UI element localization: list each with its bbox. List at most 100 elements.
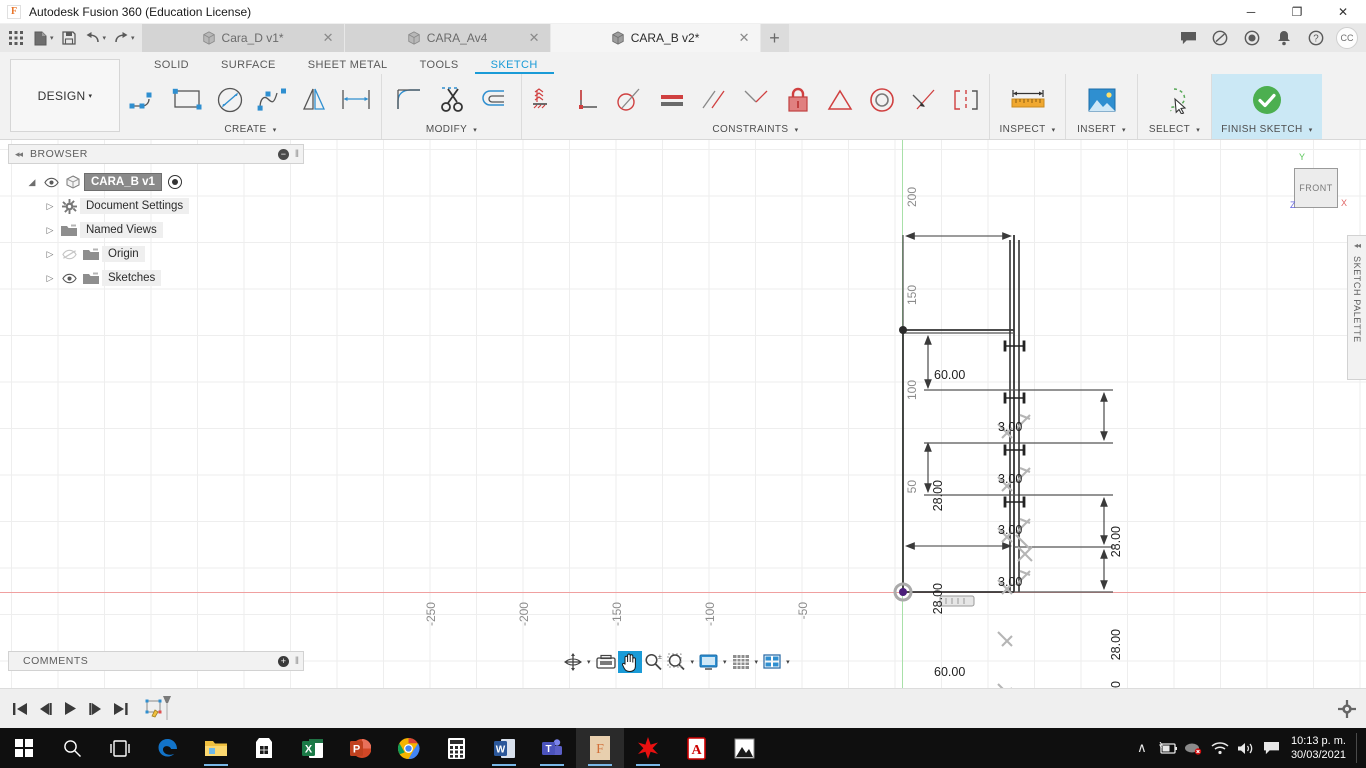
action-center-icon[interactable] — [1259, 728, 1285, 768]
browser-minimize-icon[interactable]: − — [277, 148, 289, 160]
tab-tools[interactable]: TOOLS — [404, 59, 475, 74]
eye-icon[interactable] — [58, 273, 80, 284]
redo-icon[interactable] — [109, 26, 133, 50]
extensions-icon[interactable] — [1204, 24, 1236, 52]
circle-icon[interactable] — [209, 80, 251, 120]
chrome-icon[interactable] — [384, 728, 432, 768]
minimize-button[interactable]: ─ — [1228, 0, 1274, 24]
horizontal-vertical-icon[interactable] — [525, 80, 567, 120]
undo-icon[interactable] — [81, 26, 105, 50]
eye-icon[interactable] — [40, 177, 62, 188]
chevron-down-icon[interactable]: ▾ — [1309, 127, 1313, 134]
activate-component-icon[interactable] — [167, 175, 182, 189]
search-icon[interactable] — [48, 728, 96, 768]
dimension-thickness-3[interactable]: 3.00 — [998, 523, 1022, 537]
photos-icon[interactable] — [720, 728, 768, 768]
new-document-icon[interactable] — [28, 26, 52, 50]
tab-solid[interactable]: SOLID — [138, 59, 205, 74]
offset-icon[interactable] — [473, 80, 515, 120]
tab-surface[interactable]: SURFACE — [205, 59, 292, 74]
symmetry-icon[interactable] — [945, 80, 987, 120]
spline-icon[interactable] — [251, 80, 293, 120]
expand-arrow-icon[interactable]: ◢ — [24, 177, 40, 188]
ribbon-group-finish-sketch[interactable]: FINISH SKETCH ▾ — [1212, 74, 1322, 139]
concentric-icon[interactable] — [861, 80, 903, 120]
word-icon[interactable]: W — [480, 728, 528, 768]
go-to-end-icon[interactable] — [108, 696, 133, 722]
teams-icon[interactable]: T — [528, 728, 576, 768]
battery-icon[interactable] — [1155, 728, 1181, 768]
grid-snaps-icon[interactable] — [730, 651, 752, 673]
document-tab-cara-a[interactable]: CARA_Av4 ✕ — [344, 24, 550, 52]
expand-arrow-icon[interactable]: ▷ — [42, 273, 58, 284]
dimension-left-spacing-2[interactable]: 28.00 — [931, 583, 945, 614]
coincident-icon[interactable] — [903, 80, 945, 120]
add-comment-icon[interactable]: + — [277, 655, 289, 667]
dimension-thickness-1[interactable]: 3.00 — [998, 420, 1022, 434]
browser-grip-icon[interactable]: ‖ — [295, 149, 299, 160]
sketch-dimension-icon[interactable] — [335, 80, 377, 120]
chevron-down-icon[interactable]: ▾ — [783, 658, 793, 666]
timeline-settings-button[interactable] — [1338, 699, 1366, 718]
document-tab-close-icon[interactable]: ✕ — [529, 30, 540, 46]
chevron-down-icon[interactable]: ▾ — [473, 127, 477, 134]
file-explorer-icon[interactable] — [192, 728, 240, 768]
display-settings-icon[interactable] — [697, 651, 720, 673]
pan-look-at-icon[interactable] — [594, 651, 618, 673]
collapse-icon[interactable]: ◂◂ — [1354, 241, 1361, 250]
undo-caret-icon[interactable]: ▾ — [103, 34, 107, 42]
fillet-icon[interactable] — [389, 80, 431, 120]
chevron-down-icon[interactable]: ▾ — [273, 127, 277, 134]
expand-arrow-icon[interactable]: ▷ — [42, 249, 58, 260]
expand-arrow-icon[interactable]: ▷ — [42, 225, 58, 236]
volume-icon[interactable] — [1233, 728, 1259, 768]
new-document-caret-icon[interactable]: ▾ — [50, 34, 54, 42]
step-forward-icon[interactable] — [83, 696, 108, 722]
rectangle-icon[interactable] — [167, 80, 209, 120]
tree-node-origin[interactable]: ▷ Origin — [8, 242, 304, 266]
acrobat-reader-icon[interactable]: A — [672, 728, 720, 768]
wifi-icon[interactable] — [1207, 728, 1233, 768]
dimension-bottom-width[interactable]: 60.00 — [934, 665, 965, 679]
bluetooth-off-icon[interactable] — [1181, 728, 1207, 768]
go-to-beginning-icon[interactable] — [8, 696, 33, 722]
document-tab-cara-d[interactable]: Cara_D v1* ✕ — [141, 24, 344, 52]
chevron-down-icon[interactable]: ▾ — [795, 127, 799, 134]
expand-arrow-icon[interactable]: ▷ — [42, 201, 58, 212]
sketch-palette-tab[interactable]: ◂◂ SKETCH PALETTE — [1347, 235, 1366, 380]
tab-sheet-metal[interactable]: SHEET METAL — [292, 59, 404, 74]
chevron-down-icon[interactable]: ▾ — [584, 658, 594, 666]
dimension-right-spacing-2[interactable]: 28.00 — [1109, 629, 1123, 660]
measure-icon[interactable] — [1001, 80, 1055, 120]
chevron-down-icon[interactable]: ▾ — [1052, 127, 1056, 134]
task-view-icon[interactable] — [96, 728, 144, 768]
viewports-icon[interactable] — [761, 651, 783, 673]
chevron-down-icon[interactable]: ▾ — [688, 658, 698, 666]
start-icon[interactable] — [0, 728, 48, 768]
zoom-window-icon[interactable] — [665, 651, 688, 673]
powerpoint-icon[interactable]: P — [336, 728, 384, 768]
document-tab-close-icon[interactable]: ✕ — [739, 30, 750, 46]
chevron-down-icon[interactable]: ▾ — [720, 658, 730, 666]
collinear-icon[interactable] — [819, 80, 861, 120]
finish-check-icon[interactable] — [1240, 80, 1294, 120]
trim-icon[interactable] — [431, 80, 473, 120]
line-icon[interactable] — [125, 80, 167, 120]
chevron-down-icon[interactable]: ▾ — [1122, 127, 1126, 134]
midpoint-icon[interactable] — [735, 80, 777, 120]
help-icon[interactable]: ? — [1300, 24, 1332, 52]
app-grid-icon[interactable] — [4, 26, 28, 50]
comment-icon[interactable] — [1172, 24, 1204, 52]
eye-off-icon[interactable] — [58, 249, 80, 260]
collapse-icon[interactable]: ◂◂ — [15, 149, 23, 160]
dimension-top-width[interactable]: 60.00 — [934, 368, 965, 382]
dimension-thickness-2[interactable]: 3.00 — [998, 472, 1022, 486]
fix-unfix-icon[interactable] — [777, 80, 819, 120]
dimension-right-spacing-1[interactable]: 28.00 — [1109, 526, 1123, 557]
mirror-icon[interactable] — [293, 80, 335, 120]
sketch-feature-icon[interactable] — [141, 695, 175, 722]
parallel-icon[interactable] — [693, 80, 735, 120]
comments-grip-icon[interactable]: ‖ — [295, 656, 299, 667]
avatar[interactable]: CC — [1336, 27, 1358, 49]
design-workspace-button[interactable]: DESIGN ▾ — [10, 59, 120, 132]
